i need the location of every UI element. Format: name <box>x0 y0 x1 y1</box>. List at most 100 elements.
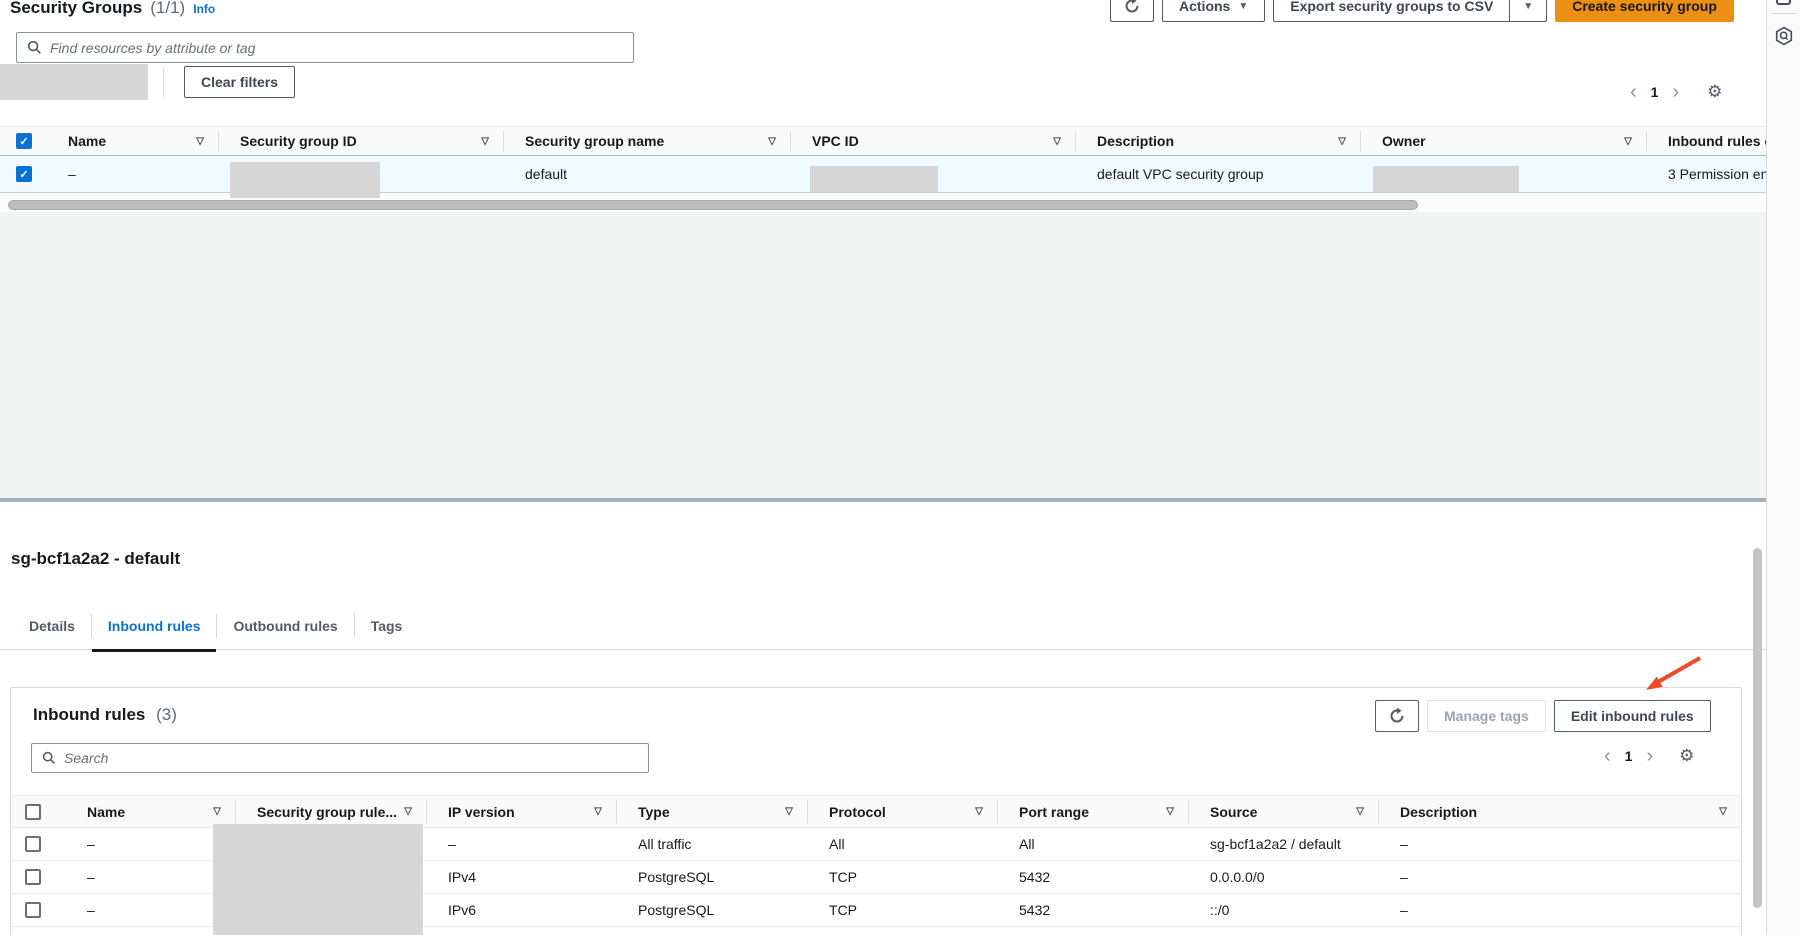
cell-port-range: 5432 <box>997 902 1188 918</box>
edit-inbound-rules-button[interactable]: Edit inbound rules <box>1554 700 1711 732</box>
table-settings-gear-icon[interactable]: ⚙ <box>1679 746 1694 766</box>
filter-funnel-icon[interactable]: ▽ <box>594 806 602 817</box>
filter-funnel-icon[interactable]: ▽ <box>1166 806 1174 817</box>
tab-details[interactable]: Details <box>13 603 91 650</box>
previous-page-icon[interactable]: ‹ <box>1630 82 1637 102</box>
inbound-rules-card: Inbound rules (3) Manage tags Edit inbou… <box>10 687 1742 935</box>
actions-button[interactable]: Actions ▼ <box>1162 0 1265 22</box>
inbound-rules-count: (3) <box>156 705 177 724</box>
tab-tags[interactable]: Tags <box>355 603 419 650</box>
column-header-port-range[interactable]: Port range ▽ <box>997 796 1188 827</box>
notifications-icon[interactable] <box>1776 0 1791 5</box>
current-page[interactable]: 1 <box>1651 84 1659 100</box>
cell-ip-version: IPv6 <box>426 902 616 918</box>
cell-description: default VPC security group <box>1075 166 1360 182</box>
redacted-security-group-id <box>230 162 380 198</box>
info-link[interactable]: Info <box>193 2 215 16</box>
page-count: (1/1) <box>150 0 185 18</box>
row-checkbox[interactable]: ✓ <box>16 166 32 182</box>
column-divider <box>426 800 427 823</box>
column-header-source[interactable]: Source ▽ <box>1188 796 1378 827</box>
filter-funnel-icon[interactable]: ▽ <box>213 806 221 817</box>
redacted-owner <box>1373 166 1519 192</box>
tab-inbound-rules[interactable]: Inbound rules <box>92 603 217 650</box>
filter-funnel-icon[interactable]: ▽ <box>404 806 412 817</box>
search-icon <box>42 751 56 765</box>
column-header-ip-version[interactable]: IP version ▽ <box>426 796 616 827</box>
refresh-icon <box>1124 0 1140 14</box>
column-header-security-group-name[interactable]: Security group name ▽ <box>503 127 790 155</box>
cell-type: PostgreSQL <box>616 869 807 885</box>
column-header-description[interactable]: Description ▽ <box>1075 127 1360 155</box>
refresh-rules-button[interactable] <box>1375 700 1419 732</box>
next-page-icon[interactable]: › <box>1646 746 1653 766</box>
tab-outbound-rules[interactable]: Outbound rules <box>217 603 353 650</box>
export-csv-button[interactable]: Export security groups to CSV <box>1273 0 1510 22</box>
column-header-security-group-id[interactable]: Security group ID ▽ <box>218 127 503 155</box>
security-groups-table: ✓ Name ▽ Security group ID ▽ Security gr… <box>0 126 1766 193</box>
column-divider <box>807 800 808 823</box>
column-header-vpc-id[interactable]: VPC ID ▽ <box>790 127 1075 155</box>
filter-funnel-icon[interactable]: ▽ <box>785 806 793 817</box>
horizontal-scrollbar[interactable] <box>0 198 1763 212</box>
column-header-inbound-rules-count[interactable]: Inbound rules c <box>1646 127 1766 155</box>
filter-separator <box>163 67 164 97</box>
filter-funnel-icon[interactable]: ▽ <box>1624 136 1632 147</box>
manage-tags-button[interactable]: Manage tags <box>1427 700 1546 732</box>
search-icon <box>27 40 42 55</box>
column-header-owner[interactable]: Owner ▽ <box>1360 127 1646 155</box>
column-header-name[interactable]: Name ▽ <box>46 127 218 155</box>
cell-port-range: 5432 <box>997 869 1188 885</box>
filter-funnel-icon[interactable]: ▽ <box>1719 806 1727 817</box>
security-group-detail-section: sg-bcf1a2a2 - default Details Inbound ru… <box>0 502 1766 935</box>
cell-protocol: TCP <box>807 902 997 918</box>
filter-funnel-icon[interactable]: ▽ <box>196 136 204 147</box>
table-settings-gear-icon[interactable]: ⚙ <box>1707 82 1722 102</box>
cell-description: – <box>1378 902 1741 918</box>
current-page[interactable]: 1 <box>1625 748 1633 764</box>
select-all-checkbox[interactable]: ✓ <box>16 133 32 149</box>
column-header-name[interactable]: Name ▽ <box>65 796 235 827</box>
caret-down-icon: ▼ <box>1523 1 1533 12</box>
select-all-checkbox[interactable] <box>25 804 41 820</box>
export-csv-menu-button[interactable]: ▼ <box>1510 0 1547 22</box>
inbound-rules-actions: Manage tags Edit inbound rules <box>1375 700 1711 732</box>
cell-ip-version: – <box>426 836 616 852</box>
clear-filters-button[interactable]: Clear filters <box>184 66 295 98</box>
rules-search <box>31 743 649 773</box>
rail-divider <box>1771 13 1797 14</box>
next-page-icon[interactable]: › <box>1672 82 1679 102</box>
resource-search-input[interactable] <box>50 40 623 56</box>
column-header-protocol[interactable]: Protocol ▽ <box>807 796 997 827</box>
previous-page-icon[interactable]: ‹ <box>1604 746 1611 766</box>
row-checkbox[interactable] <box>25 902 41 918</box>
column-header-description[interactable]: Description ▽ <box>1378 796 1741 827</box>
column-header-type[interactable]: Type ▽ <box>616 796 807 827</box>
column-header-rule-id[interactable]: Security group rule... ▽ <box>235 796 426 827</box>
cell-source: sg-bcf1a2a2 / default <box>1188 836 1378 852</box>
filter-funnel-icon[interactable]: ▽ <box>481 136 489 147</box>
amazon-q-hexagon-icon[interactable] <box>1774 26 1794 46</box>
row-checkbox[interactable] <box>25 869 41 885</box>
cell-security-group-name: default <box>503 166 790 182</box>
rules-pagination: ‹ 1 › ⚙ <box>1604 746 1694 766</box>
caret-down-icon: ▼ <box>1238 1 1248 12</box>
cell-type: PostgreSQL <box>616 902 807 918</box>
refresh-button[interactable] <box>1110 0 1154 22</box>
filter-funnel-icon[interactable]: ▽ <box>1338 136 1346 147</box>
vertical-scrollbar-thumb[interactable] <box>1753 548 1762 908</box>
select-all-cell: ✓ <box>0 127 46 155</box>
column-divider <box>1075 131 1076 151</box>
column-divider <box>790 131 791 151</box>
rules-search-input[interactable] <box>64 750 638 766</box>
cell-protocol: TCP <box>807 869 997 885</box>
inbound-rules-title: Inbound rules (3) <box>33 705 177 725</box>
filter-funnel-icon[interactable]: ▽ <box>1053 136 1061 147</box>
filter-funnel-icon[interactable]: ▽ <box>1356 806 1364 817</box>
filter-funnel-icon[interactable]: ▽ <box>975 806 983 817</box>
redacted-vpc-id <box>810 166 938 192</box>
row-checkbox[interactable] <box>25 836 41 852</box>
horizontal-scrollbar-thumb[interactable] <box>8 200 1418 210</box>
filter-funnel-icon[interactable]: ▽ <box>768 136 776 147</box>
create-security-group-button[interactable]: Create security group <box>1555 0 1734 22</box>
